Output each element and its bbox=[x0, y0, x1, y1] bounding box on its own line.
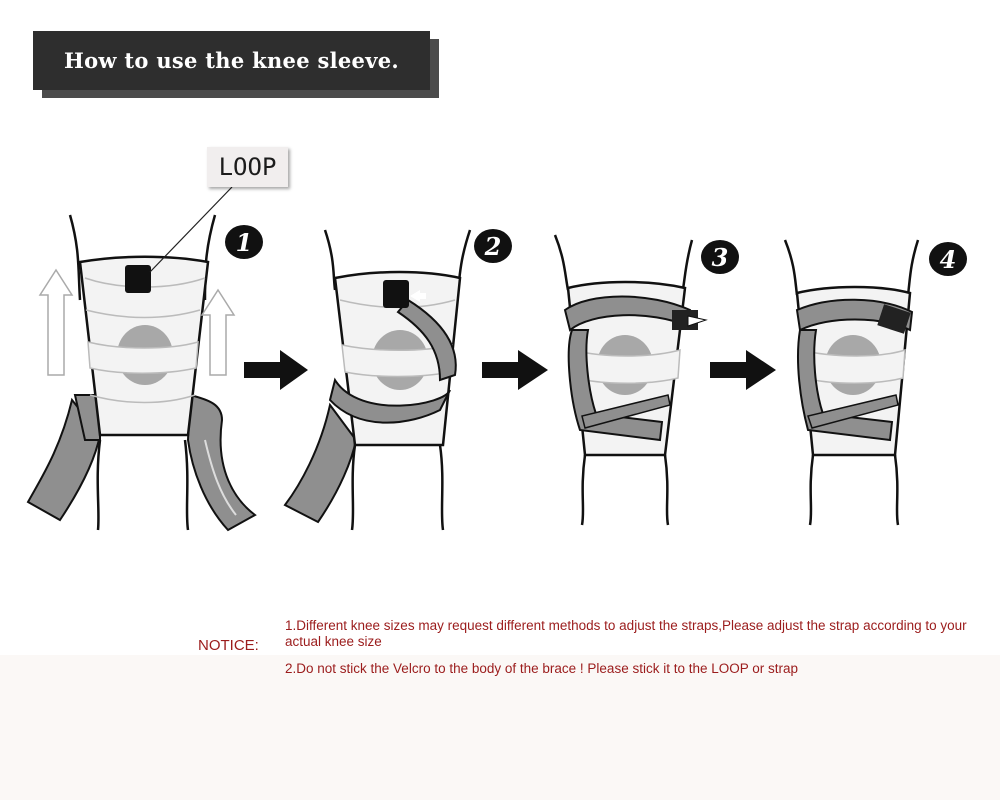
step-number: 2 bbox=[484, 232, 502, 261]
step-3-illustration bbox=[553, 234, 708, 526]
step-badge-2: 2 bbox=[474, 229, 512, 263]
step-1-illustration bbox=[26, 186, 257, 532]
step-number: 1 bbox=[236, 228, 253, 257]
notice-item-1: 1.Different knee sizes may request diffe… bbox=[285, 618, 967, 649]
step-badge-3: 3 bbox=[701, 240, 739, 274]
loop-patch bbox=[125, 265, 151, 293]
step-number: 4 bbox=[940, 245, 957, 274]
step-badge-4: 4 bbox=[929, 242, 967, 276]
step-number: 3 bbox=[712, 243, 729, 272]
step-4-illustration bbox=[783, 239, 920, 526]
notice-item-2: 2.Do not stick the Velcro to the body of… bbox=[285, 661, 799, 676]
loop-label: LOOP bbox=[207, 147, 288, 187]
notice-label: NOTICE: bbox=[198, 637, 259, 654]
arrow-right-icon bbox=[244, 350, 308, 390]
step-2-illustration bbox=[283, 229, 472, 531]
arrow-right-icon bbox=[710, 350, 776, 390]
arrow-right-icon bbox=[482, 350, 548, 390]
knee-sleeve-diagram: 1 2 3 4 bbox=[26, 186, 967, 532]
step-badge-1: 1 bbox=[225, 225, 263, 259]
